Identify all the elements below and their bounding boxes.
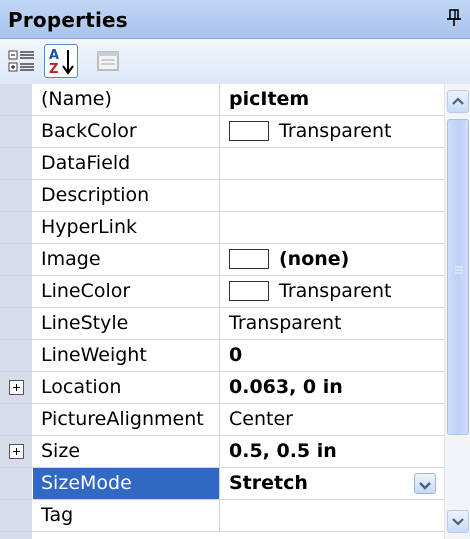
- property-name: DataField: [33, 148, 220, 179]
- property-value-text: Transparent: [279, 280, 392, 302]
- property-row[interactable]: LineWeight 0: [0, 340, 444, 372]
- categorized-icon[interactable]: [6, 45, 38, 77]
- property-value-text: 0.5, 0.5 in: [229, 440, 337, 462]
- property-row[interactable]: Tag: [0, 500, 444, 532]
- properties-toolbar: A Z: [0, 39, 470, 85]
- property-name: LineColor: [33, 276, 220, 307]
- property-value-text: Center: [229, 408, 293, 430]
- property-name: LineWeight: [33, 340, 220, 371]
- property-row[interactable]: Size 0.5, 0.5 in: [0, 436, 444, 468]
- property-name: Location: [33, 372, 220, 403]
- property-value[interactable]: [221, 212, 442, 243]
- panel-title-bar: Properties: [0, 0, 470, 39]
- chevron-up-icon: [452, 97, 464, 105]
- pin-icon[interactable]: [446, 8, 462, 28]
- chevron-down-icon: [452, 518, 464, 526]
- property-pages-icon[interactable]: [92, 45, 124, 77]
- property-value[interactable]: [221, 500, 442, 531]
- property-value-text: picItem: [229, 88, 310, 110]
- property-value[interactable]: [221, 180, 442, 211]
- property-name: BackColor: [33, 116, 220, 147]
- property-value[interactable]: 0: [221, 340, 442, 371]
- dropdown-button[interactable]: [414, 473, 436, 494]
- property-row[interactable]: Image (none): [0, 244, 444, 276]
- svg-text:Z: Z: [49, 62, 58, 77]
- panel-title: Properties: [8, 8, 128, 32]
- property-value[interactable]: Center: [221, 404, 442, 435]
- color-swatch: [229, 248, 269, 269]
- property-row[interactable]: DataField: [0, 148, 444, 180]
- property-name: Description: [33, 180, 220, 211]
- property-value-text: 0.063, 0 in: [229, 376, 343, 398]
- property-name: PictureAlignment: [33, 404, 220, 435]
- property-value[interactable]: 0.063, 0 in: [221, 372, 442, 403]
- property-value[interactable]: 0.5, 0.5 in: [221, 436, 442, 467]
- property-value[interactable]: picItem: [221, 84, 442, 115]
- property-value[interactable]: Transparent: [221, 116, 442, 147]
- property-name: LineStyle: [33, 308, 220, 339]
- property-name: Size: [33, 436, 220, 467]
- property-value[interactable]: Transparent: [221, 276, 442, 307]
- expand-icon[interactable]: [9, 380, 24, 395]
- property-value-text: 0: [229, 344, 243, 366]
- grip-icon: [455, 266, 463, 274]
- property-value-text: (none): [279, 248, 350, 270]
- vertical-scrollbar[interactable]: [444, 84, 470, 539]
- property-name: Tag: [33, 500, 220, 531]
- alphabetical-icon[interactable]: A Z: [44, 44, 78, 78]
- property-row[interactable]: PictureAlignment Center: [0, 404, 444, 436]
- scroll-up-button[interactable]: [447, 90, 469, 113]
- property-row[interactable]: SizeMode Stretch: [0, 468, 444, 500]
- property-value-text: Stretch: [229, 472, 308, 494]
- property-row[interactable]: HyperLink: [0, 212, 444, 244]
- property-name: HyperLink: [33, 212, 220, 243]
- property-name: Image: [33, 244, 220, 275]
- property-row[interactable]: (Name) picItem: [0, 84, 444, 116]
- scroll-down-button[interactable]: [447, 510, 469, 533]
- property-row[interactable]: Location 0.063, 0 in: [0, 372, 444, 404]
- property-value-text: Transparent: [279, 120, 392, 142]
- property-value-text: Transparent: [229, 312, 342, 334]
- property-value[interactable]: Transparent: [221, 308, 442, 339]
- property-row[interactable]: Description: [0, 180, 444, 212]
- chevron-down-icon: [419, 482, 431, 490]
- property-row[interactable]: LineColor Transparent: [0, 276, 444, 308]
- property-value[interactable]: [221, 148, 442, 179]
- color-swatch: [229, 120, 269, 141]
- color-swatch: [229, 280, 269, 301]
- scroll-thumb[interactable]: [447, 119, 469, 435]
- property-value[interactable]: Stretch: [221, 468, 442, 499]
- property-name: (Name): [33, 84, 220, 115]
- properties-panel: Properties A Z (Name) picItem BackColor …: [0, 0, 470, 539]
- property-row[interactable]: BackColor Transparent: [0, 116, 444, 148]
- svg-text:A: A: [49, 48, 59, 63]
- property-value[interactable]: (none): [221, 244, 442, 275]
- expand-icon[interactable]: [9, 444, 24, 459]
- property-row[interactable]: LineStyle Transparent: [0, 308, 444, 340]
- property-grid: (Name) picItem BackColor Transparent DataFie…: [0, 84, 444, 539]
- property-name: SizeMode: [33, 468, 220, 499]
